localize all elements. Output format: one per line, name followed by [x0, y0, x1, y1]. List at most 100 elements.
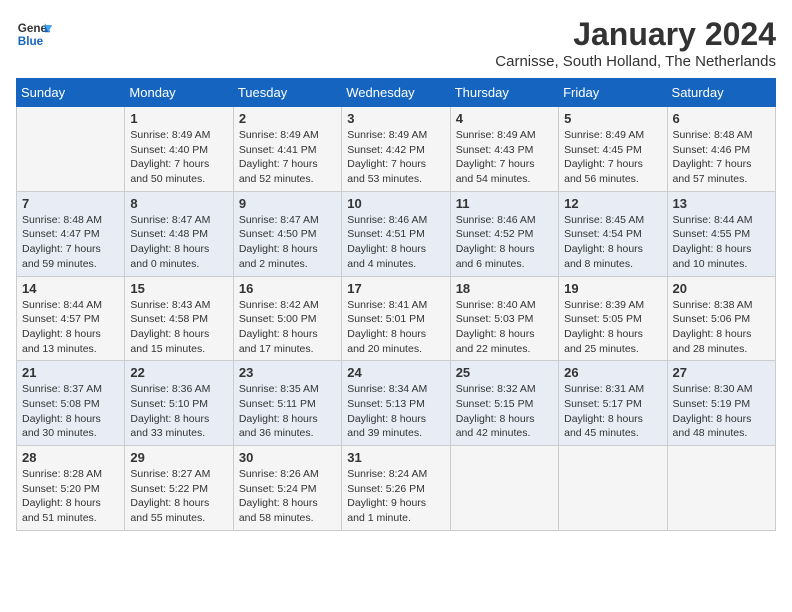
day-number: 23	[239, 365, 336, 380]
title-area: January 2024 Carnisse, South Holland, Th…	[495, 16, 776, 70]
weekday-header-friday: Friday	[559, 79, 667, 107]
day-number: 15	[130, 281, 227, 296]
calendar-table: SundayMondayTuesdayWednesdayThursdayFrid…	[16, 78, 776, 531]
calendar-cell: 25 Sunrise: 8:32 AM Sunset: 5:15 PM Dayli…	[450, 361, 558, 446]
calendar-cell: 21 Sunrise: 8:37 AM Sunset: 5:08 PM Dayli…	[17, 361, 125, 446]
calendar-cell: 14Sunrise: 8:44 AM Sunset: 4:57 PM Dayli…	[17, 276, 125, 361]
day-info: Sunrise: 8:40 AM Sunset: 5:03 PM Dayligh…	[456, 298, 553, 357]
calendar-cell: 24Sunrise: 8:34 AM Sunset: 5:13 PM Dayli…	[342, 361, 450, 446]
calendar-cell: 3 Sunrise: 8:49 AM Sunset: 4:42 PM Daylig…	[342, 107, 450, 192]
day-info: Sunrise: 8:30 AM Sunset: 5:19 PM Dayligh…	[673, 382, 770, 441]
day-info: Sunrise: 8:26 AM Sunset: 5:24 PM Dayligh…	[239, 467, 336, 526]
day-info: Sunrise: 8:24 AM Sunset: 5:26 PM Dayligh…	[347, 467, 444, 526]
weekday-header-tuesday: Tuesday	[233, 79, 341, 107]
calendar-week-row: 14Sunrise: 8:44 AM Sunset: 4:57 PM Dayli…	[17, 276, 776, 361]
day-number: 29	[130, 450, 227, 465]
location-title: Carnisse, South Holland, The Netherlands	[495, 53, 776, 70]
day-number: 21	[22, 365, 119, 380]
calendar-header-row: SundayMondayTuesdayWednesdayThursdayFrid…	[17, 79, 776, 107]
calendar-cell: 5 Sunrise: 8:49 AM Sunset: 4:45 PM Daylig…	[559, 107, 667, 192]
calendar-cell: 30 Sunrise: 8:26 AM Sunset: 5:24 PM Dayli…	[233, 446, 341, 531]
day-number: 17	[347, 281, 444, 296]
day-info: Sunrise: 8:46 AM Sunset: 4:51 PM Dayligh…	[347, 213, 444, 272]
day-info: Sunrise: 8:41 AM Sunset: 5:01 PM Dayligh…	[347, 298, 444, 357]
logo-icon: General Blue	[16, 16, 52, 52]
day-number: 22	[130, 365, 227, 380]
page-header: General Blue January 2024 Carnisse, Sout…	[16, 16, 776, 70]
weekday-header-sunday: Sunday	[17, 79, 125, 107]
day-info: Sunrise: 8:44 AM Sunset: 4:57 PM Dayligh…	[22, 298, 119, 357]
logo: General Blue	[16, 16, 52, 52]
day-number: 31	[347, 450, 444, 465]
calendar-cell: 8Sunrise: 8:47 AM Sunset: 4:48 PM Daylig…	[125, 191, 233, 276]
calendar-cell: 18 Sunrise: 8:40 AM Sunset: 5:03 PM Dayli…	[450, 276, 558, 361]
calendar-cell: 11Sunrise: 8:46 AM Sunset: 4:52 PM Dayli…	[450, 191, 558, 276]
calendar-cell: 19 Sunrise: 8:39 AM Sunset: 5:05 PM Dayli…	[559, 276, 667, 361]
calendar-cell: 31 Sunrise: 8:24 AM Sunset: 5:26 PM Dayli…	[342, 446, 450, 531]
day-info: Sunrise: 8:44 AM Sunset: 4:55 PM Dayligh…	[673, 213, 770, 272]
day-number: 11	[456, 196, 553, 211]
weekday-header-saturday: Saturday	[667, 79, 775, 107]
day-info: Sunrise: 8:48 AM Sunset: 4:47 PM Dayligh…	[22, 213, 119, 272]
day-number: 13	[673, 196, 770, 211]
calendar-cell: 6Sunrise: 8:48 AM Sunset: 4:46 PM Daylig…	[667, 107, 775, 192]
calendar-cell: 9 Sunrise: 8:47 AM Sunset: 4:50 PM Daylig…	[233, 191, 341, 276]
day-info: Sunrise: 8:32 AM Sunset: 5:15 PM Dayligh…	[456, 382, 553, 441]
day-number: 3	[347, 111, 444, 126]
calendar-cell: 28Sunrise: 8:28 AM Sunset: 5:20 PM Dayli…	[17, 446, 125, 531]
day-number: 18	[456, 281, 553, 296]
calendar-week-row: 28Sunrise: 8:28 AM Sunset: 5:20 PM Dayli…	[17, 446, 776, 531]
day-number: 26	[564, 365, 661, 380]
day-info: Sunrise: 8:36 AM Sunset: 5:10 PM Dayligh…	[130, 382, 227, 441]
day-info: Sunrise: 8:49 AM Sunset: 4:45 PM Dayligh…	[564, 128, 661, 187]
calendar-cell: 27 Sunrise: 8:30 AM Sunset: 5:19 PM Dayli…	[667, 361, 775, 446]
calendar-cell: 20Sunrise: 8:38 AM Sunset: 5:06 PM Dayli…	[667, 276, 775, 361]
day-info: Sunrise: 8:39 AM Sunset: 5:05 PM Dayligh…	[564, 298, 661, 357]
weekday-header-monday: Monday	[125, 79, 233, 107]
calendar-week-row: 21 Sunrise: 8:37 AM Sunset: 5:08 PM Dayli…	[17, 361, 776, 446]
calendar-cell	[559, 446, 667, 531]
day-info: Sunrise: 8:31 AM Sunset: 5:17 PM Dayligh…	[564, 382, 661, 441]
calendar-week-row: 1 Sunrise: 8:49 AM Sunset: 4:40 PM Daylig…	[17, 107, 776, 192]
calendar-cell: 23 Sunrise: 8:35 AM Sunset: 5:11 PM Dayli…	[233, 361, 341, 446]
day-number: 1	[130, 111, 227, 126]
calendar-cell: 2 Sunrise: 8:49 AM Sunset: 4:41 PM Daylig…	[233, 107, 341, 192]
day-number: 4	[456, 111, 553, 126]
calendar-cell	[667, 446, 775, 531]
calendar-cell	[450, 446, 558, 531]
day-info: Sunrise: 8:49 AM Sunset: 4:42 PM Dayligh…	[347, 128, 444, 187]
calendar-cell: 4 Sunrise: 8:49 AM Sunset: 4:43 PM Daylig…	[450, 107, 558, 192]
svg-text:Blue: Blue	[18, 35, 44, 48]
day-info: Sunrise: 8:49 AM Sunset: 4:41 PM Dayligh…	[239, 128, 336, 187]
day-info: Sunrise: 8:43 AM Sunset: 4:58 PM Dayligh…	[130, 298, 227, 357]
day-number: 8	[130, 196, 227, 211]
calendar-cell	[17, 107, 125, 192]
day-number: 16	[239, 281, 336, 296]
day-info: Sunrise: 8:35 AM Sunset: 5:11 PM Dayligh…	[239, 382, 336, 441]
day-number: 2	[239, 111, 336, 126]
day-info: Sunrise: 8:49 AM Sunset: 4:43 PM Dayligh…	[456, 128, 553, 187]
day-number: 6	[673, 111, 770, 126]
day-info: Sunrise: 8:42 AM Sunset: 5:00 PM Dayligh…	[239, 298, 336, 357]
calendar-week-row: 7 Sunrise: 8:48 AM Sunset: 4:47 PM Daylig…	[17, 191, 776, 276]
day-info: Sunrise: 8:49 AM Sunset: 4:40 PM Dayligh…	[130, 128, 227, 187]
day-info: Sunrise: 8:47 AM Sunset: 4:50 PM Dayligh…	[239, 213, 336, 272]
day-number: 7	[22, 196, 119, 211]
day-number: 28	[22, 450, 119, 465]
day-info: Sunrise: 8:27 AM Sunset: 5:22 PM Dayligh…	[130, 467, 227, 526]
day-number: 25	[456, 365, 553, 380]
day-number: 5	[564, 111, 661, 126]
day-info: Sunrise: 8:45 AM Sunset: 4:54 PM Dayligh…	[564, 213, 661, 272]
day-number: 30	[239, 450, 336, 465]
calendar-cell: 7 Sunrise: 8:48 AM Sunset: 4:47 PM Daylig…	[17, 191, 125, 276]
weekday-header-thursday: Thursday	[450, 79, 558, 107]
calendar-cell: 29 Sunrise: 8:27 AM Sunset: 5:22 PM Dayli…	[125, 446, 233, 531]
day-number: 20	[673, 281, 770, 296]
weekday-header-wednesday: Wednesday	[342, 79, 450, 107]
day-number: 19	[564, 281, 661, 296]
day-info: Sunrise: 8:37 AM Sunset: 5:08 PM Dayligh…	[22, 382, 119, 441]
calendar-cell: 10Sunrise: 8:46 AM Sunset: 4:51 PM Dayli…	[342, 191, 450, 276]
day-number: 9	[239, 196, 336, 211]
day-number: 27	[673, 365, 770, 380]
calendar-cell: 12Sunrise: 8:45 AM Sunset: 4:54 PM Dayli…	[559, 191, 667, 276]
